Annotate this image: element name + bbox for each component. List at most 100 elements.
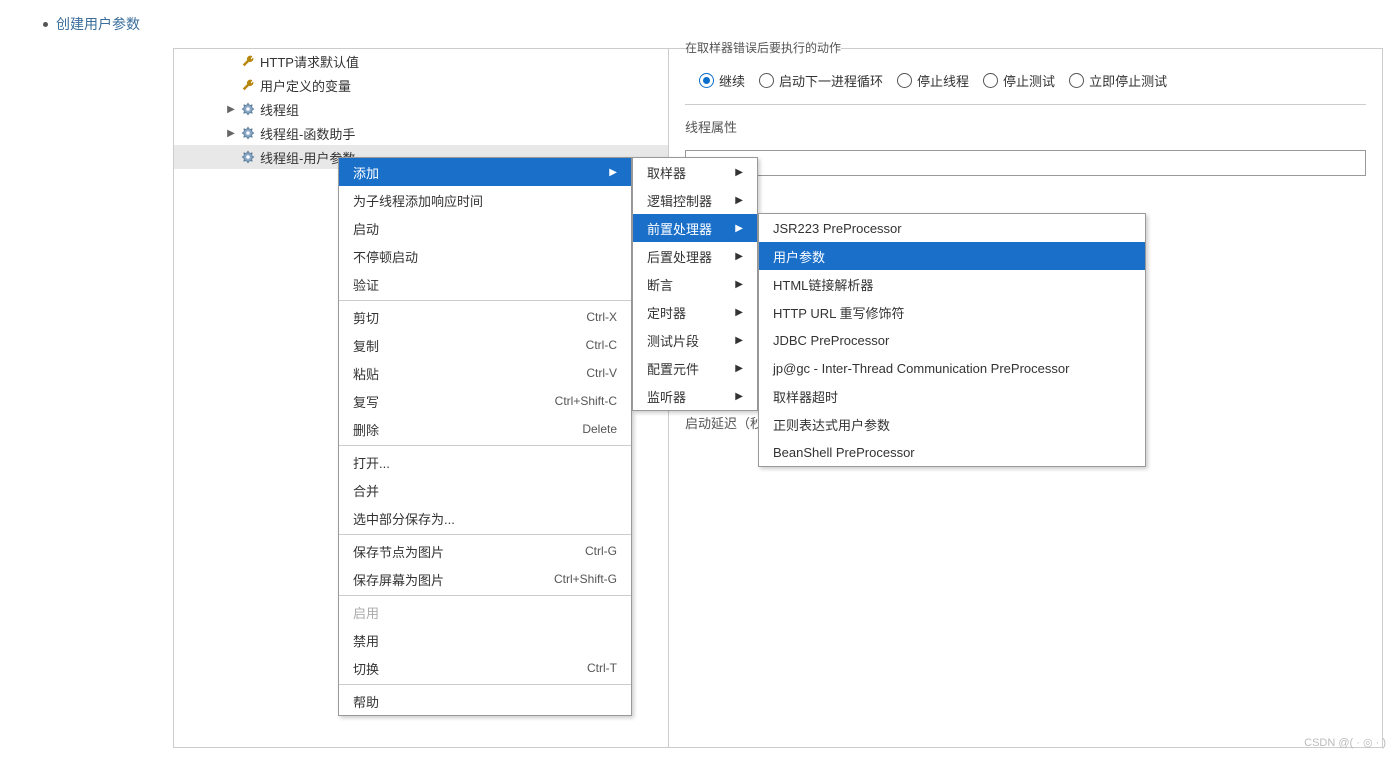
group-title-2: 线程属性 bbox=[685, 117, 1366, 136]
context-menu-item-2[interactable]: 启动 bbox=[339, 214, 631, 242]
radio-icon bbox=[983, 73, 998, 88]
radio-option-0[interactable]: 继续 bbox=[699, 71, 745, 90]
add-submenu[interactable]: 取样器▶逻辑控制器▶前置处理器▶后置处理器▶断言▶定时器▶测试片段▶配置元件▶监… bbox=[632, 157, 758, 411]
context-menu-item-23[interactable]: 帮助 bbox=[339, 687, 631, 715]
radio-icon bbox=[759, 73, 774, 88]
tree-label: 线程组 bbox=[260, 100, 299, 119]
add-submenu-item-4[interactable]: 断言▶ bbox=[633, 270, 757, 298]
context-menu-item-0[interactable]: 添加 ▶ bbox=[339, 158, 631, 186]
menu-item-label: 复制 bbox=[353, 336, 379, 355]
bullet-icon bbox=[43, 22, 48, 27]
preproc-submenu-item-2[interactable]: HTML链接解析器 bbox=[759, 270, 1145, 298]
menu-item-label: 启动 bbox=[353, 219, 379, 238]
menu-separator bbox=[339, 595, 631, 596]
tree-item-0[interactable]: HTTP请求默认值 bbox=[174, 49, 668, 73]
submenu-arrow-icon: ▶ bbox=[735, 223, 743, 234]
menu-item-label: 剪切 bbox=[353, 308, 379, 327]
tree-item-1[interactable]: 用户定义的变量 bbox=[174, 73, 668, 97]
preproc-submenu-item-8[interactable]: BeanShell PreProcessor bbox=[759, 438, 1145, 466]
expander-icon[interactable]: ▶ bbox=[226, 128, 236, 139]
menu-item-label: 前置处理器 bbox=[647, 219, 712, 238]
context-menu-item-3[interactable]: 不停顿启动 bbox=[339, 242, 631, 270]
add-submenu-item-7[interactable]: 配置元件▶ bbox=[633, 354, 757, 382]
menu-item-label: 合并 bbox=[353, 481, 379, 500]
add-submenu-item-2[interactable]: 前置处理器 ▶ bbox=[633, 214, 757, 242]
radio-icon bbox=[897, 73, 912, 88]
submenu-arrow-icon: ▶ bbox=[735, 251, 743, 262]
preproc-submenu-item-5[interactable]: jp@gc - Inter-Thread Communication PrePr… bbox=[759, 354, 1145, 382]
context-menu-item-14[interactable]: 选中部分保存为... bbox=[339, 504, 631, 532]
menu-item-label: 逻辑控制器 bbox=[647, 191, 712, 210]
bullet-text: 创建用户参数 bbox=[56, 14, 140, 34]
menu-separator bbox=[339, 534, 631, 535]
context-menu-item-17[interactable]: 保存屏幕为图片 Ctrl+Shift-G bbox=[339, 565, 631, 593]
tree-label: 用户定义的变量 bbox=[260, 76, 351, 95]
radio-option-3[interactable]: 停止测试 bbox=[983, 71, 1055, 90]
tree-label: 线程组-函数助手 bbox=[260, 124, 355, 143]
menu-item-label: 不停顿启动 bbox=[353, 247, 418, 266]
radio-icon bbox=[699, 73, 714, 88]
gear-icon bbox=[240, 101, 256, 117]
context-menu-item-20[interactable]: 禁用 bbox=[339, 626, 631, 654]
submenu-arrow-icon: ▶ bbox=[735, 167, 743, 178]
menu-item-label: 取样器超时 bbox=[773, 387, 838, 406]
radio-option-2[interactable]: 停止线程 bbox=[897, 71, 969, 90]
tree-label: HTTP请求默认值 bbox=[260, 52, 359, 71]
context-menu-item-4[interactable]: 验证 bbox=[339, 270, 631, 298]
add-submenu-item-6[interactable]: 测试片段▶ bbox=[633, 326, 757, 354]
shortcut-label: Delete bbox=[582, 422, 617, 436]
thread-count-input[interactable] bbox=[685, 150, 1366, 176]
context-menu-item-13[interactable]: 合并 bbox=[339, 476, 631, 504]
add-submenu-item-8[interactable]: 监听器▶ bbox=[633, 382, 757, 410]
context-menu-item-7[interactable]: 复制Ctrl-C bbox=[339, 331, 631, 359]
menu-item-label: 保存屏幕为图片 bbox=[353, 570, 444, 589]
context-menu-item-8[interactable]: 粘贴Ctrl-V bbox=[339, 359, 631, 387]
preprocessor-submenu[interactable]: JSR223 PreProcessor 用户参数 HTML链接解析器 HTTP URL… bbox=[758, 213, 1146, 467]
context-menu-item-6[interactable]: 剪切Ctrl-X bbox=[339, 303, 631, 331]
tree-item-2[interactable]: ▶ 线程组 bbox=[174, 97, 668, 121]
context-menu[interactable]: 添加 ▶ 为子线程添加响应时间启动不停顿启动验证剪切Ctrl-X复制Ctrl-C粘贴… bbox=[338, 157, 632, 716]
menu-item-label: BeanShell PreProcessor bbox=[773, 445, 915, 460]
menu-item-label: 启用 bbox=[353, 603, 379, 622]
submenu-arrow-icon: ▶ bbox=[609, 167, 617, 178]
context-menu-item-9[interactable]: 复写Ctrl+Shift-C bbox=[339, 387, 631, 415]
submenu-arrow-icon: ▶ bbox=[735, 391, 743, 402]
menu-item-label: 切换 bbox=[353, 659, 379, 678]
radio-option-1[interactable]: 启动下一进程循环 bbox=[759, 71, 883, 90]
context-menu-item-21[interactable]: 切换 Ctrl-T bbox=[339, 654, 631, 682]
tree-item-3[interactable]: ▶ 线程组-函数助手 bbox=[174, 121, 668, 145]
menu-item-label: HTML链接解析器 bbox=[773, 275, 873, 294]
group-title: 在取样器错误后要执行的动作 bbox=[685, 39, 841, 56]
add-submenu-item-5[interactable]: 定时器▶ bbox=[633, 298, 757, 326]
preproc-submenu-item-4[interactable]: JDBC PreProcessor bbox=[759, 326, 1145, 354]
menu-item-label: JSR223 PreProcessor bbox=[773, 221, 902, 236]
radio-option-4[interactable]: 立即停止测试 bbox=[1069, 71, 1167, 90]
add-submenu-item-0[interactable]: 取样器▶ bbox=[633, 158, 757, 186]
menu-item-label: 禁用 bbox=[353, 631, 379, 650]
menu-item-label: 用户参数 bbox=[773, 247, 825, 266]
context-menu-item-16[interactable]: 保存节点为图片Ctrl-G bbox=[339, 537, 631, 565]
add-submenu-item-1[interactable]: 逻辑控制器▶ bbox=[633, 186, 757, 214]
menu-separator bbox=[339, 684, 631, 685]
shortcut-label: Ctrl+Shift-G bbox=[554, 572, 617, 586]
preproc-submenu-item-7[interactable]: 正则表达式用户参数 bbox=[759, 410, 1145, 438]
preproc-submenu-item-0[interactable]: JSR223 PreProcessor bbox=[759, 214, 1145, 242]
preproc-submenu-item-3[interactable]: HTTP URL 重写修饰符 bbox=[759, 298, 1145, 326]
shortcut-label: Ctrl-G bbox=[585, 544, 617, 558]
shortcut-label: Ctrl-T bbox=[587, 661, 617, 675]
context-menu-item-19: 启用 bbox=[339, 598, 631, 626]
menu-item-label: 复写 bbox=[353, 392, 379, 411]
radio-label: 立即停止测试 bbox=[1089, 71, 1167, 90]
context-menu-item-10[interactable]: 删除Delete bbox=[339, 415, 631, 443]
context-menu-item-12[interactable]: 打开... bbox=[339, 448, 631, 476]
wrench-icon bbox=[240, 77, 256, 93]
menu-separator bbox=[339, 300, 631, 301]
menu-item-label: 测试片段 bbox=[647, 331, 699, 350]
preproc-submenu-item-6[interactable]: 取样器超时 bbox=[759, 382, 1145, 410]
menu-item-label: 添加 bbox=[353, 163, 379, 182]
context-menu-item-1[interactable]: 为子线程添加响应时间 bbox=[339, 186, 631, 214]
radio-label: 停止测试 bbox=[1003, 71, 1055, 90]
add-submenu-item-3[interactable]: 后置处理器▶ bbox=[633, 242, 757, 270]
preproc-submenu-item-1[interactable]: 用户参数 bbox=[759, 242, 1145, 270]
expander-icon[interactable]: ▶ bbox=[226, 104, 236, 115]
